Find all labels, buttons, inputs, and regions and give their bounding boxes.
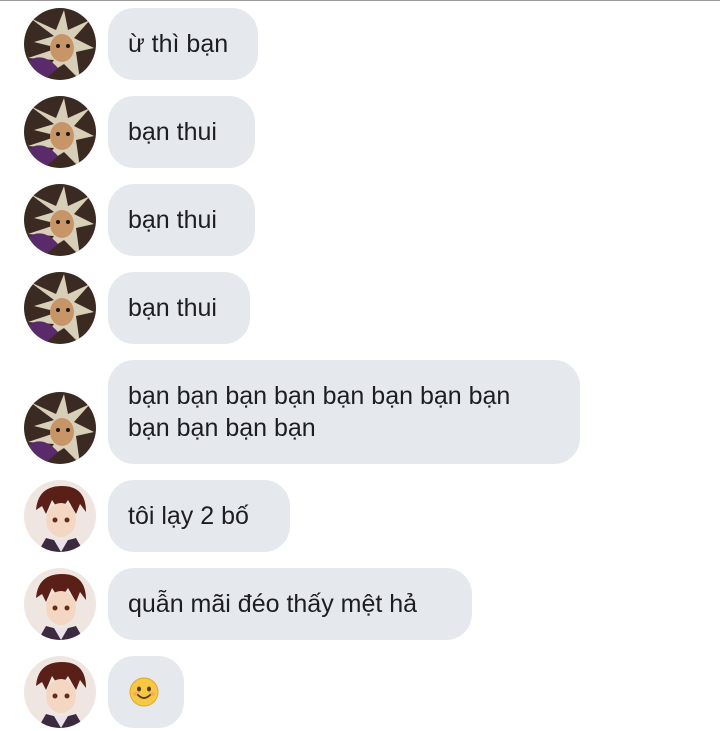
avatar-a-icon[interactable] bbox=[24, 96, 96, 168]
message-bubble[interactable]: ừ thì bạn bbox=[108, 8, 258, 80]
message-text: ừ thì bạn bbox=[128, 30, 229, 58]
top-divider bbox=[0, 0, 720, 1]
message-bubble[interactable]: bạn thui bbox=[108, 96, 255, 168]
avatar-a-icon[interactable] bbox=[24, 184, 96, 256]
message-bubble[interactable]: bạn thui bbox=[108, 272, 250, 344]
message-text: quẫn mãi đéo thấy mệt hả bbox=[128, 590, 418, 618]
message-bubble[interactable]: bạn bạn bạn bạn bạn bạn bạn bạn bạn bạn … bbox=[108, 360, 580, 464]
avatar-a-icon[interactable] bbox=[24, 8, 96, 80]
avatar-b-icon[interactable] bbox=[24, 480, 96, 552]
message-text: bạn thui bbox=[128, 294, 217, 322]
message-text-line: bạn bạn bạn bạn bbox=[128, 414, 316, 442]
message-bubble[interactable]: tôi lạy 2 bố bbox=[108, 480, 290, 552]
message-bubble[interactable]: bạn thui bbox=[108, 184, 255, 256]
smiling-face-emoji-icon bbox=[128, 676, 160, 708]
message-bubble[interactable] bbox=[108, 656, 184, 728]
message-bubble[interactable]: quẫn mãi đéo thấy mệt hả bbox=[108, 568, 472, 640]
avatar-b-icon[interactable] bbox=[24, 568, 96, 640]
message-text: bạn thui bbox=[128, 118, 217, 146]
avatar-a-icon[interactable] bbox=[24, 272, 96, 344]
message-text: bạn thui bbox=[128, 206, 217, 234]
message-text: tôi lạy 2 bố bbox=[128, 502, 249, 530]
avatar-b-icon[interactable] bbox=[24, 656, 96, 728]
message-text-line: bạn bạn bạn bạn bạn bạn bạn bạn bbox=[128, 382, 511, 410]
avatar-a-icon[interactable] bbox=[24, 392, 96, 464]
